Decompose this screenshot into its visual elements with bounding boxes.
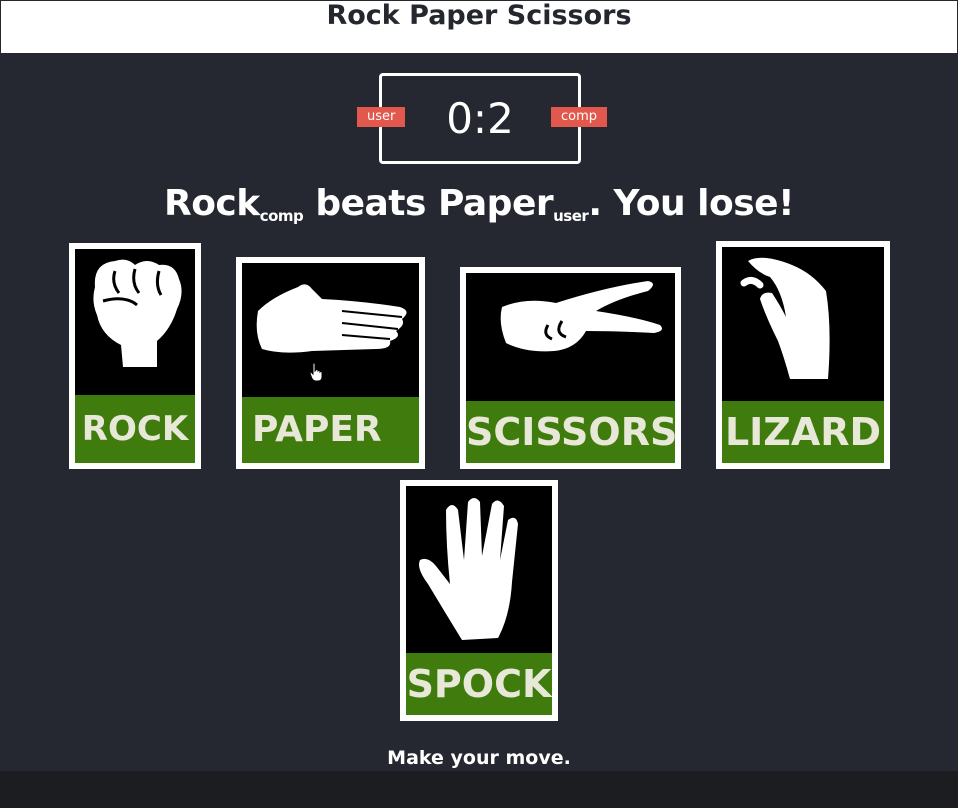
comp-score-badge: comp (551, 107, 608, 127)
choice-label: PAPER (242, 397, 419, 463)
scissors-card: SCISSORS (466, 273, 675, 463)
scissors-hand-icon (500, 281, 662, 352)
choice-spock[interactable]: SPOCK (400, 480, 558, 721)
paper-card: PAPER (242, 263, 419, 463)
hand-cursor-icon (309, 362, 325, 386)
score-display: 0:2 (446, 94, 514, 143)
choice-rock[interactable]: ROCK (69, 243, 201, 469)
result-comp-tag: comp (259, 207, 304, 225)
choice-label: SCISSORS (466, 401, 675, 463)
result-comp-move: Rock (163, 183, 260, 224)
rock-card: ROCK (75, 249, 195, 463)
lizard-card: LIZARD (722, 247, 884, 463)
move-prompt: Make your move. (387, 747, 571, 769)
user-score-badge: user (357, 107, 406, 127)
app-header: Rock Paper Scissors (0, 0, 958, 53)
choice-scissors[interactable]: SCISSORS (460, 267, 681, 469)
choice-paper[interactable]: PAPER (236, 257, 425, 469)
lizard-hand-icon (740, 257, 830, 379)
result-outcome: . You lose! (588, 183, 795, 224)
spock-card: SPOCK (406, 486, 552, 715)
fist-icon (93, 259, 182, 367)
result-verb: beats (303, 183, 438, 224)
page-title: Rock Paper Scissors (326, 0, 632, 31)
round-result: Rockcomp beats Paperuser. You lose! (0, 183, 958, 225)
choice-label: SPOCK (406, 653, 552, 715)
vulcan-salute-icon (419, 498, 518, 640)
result-user-move: Paper (437, 183, 554, 224)
result-user-tag: user (553, 207, 589, 225)
choice-lizard[interactable]: LIZARD (716, 241, 890, 469)
choice-label: ROCK (75, 395, 195, 463)
choice-label: LIZARD (722, 401, 884, 463)
open-hand-icon (256, 284, 407, 353)
footer-bar (0, 771, 958, 808)
